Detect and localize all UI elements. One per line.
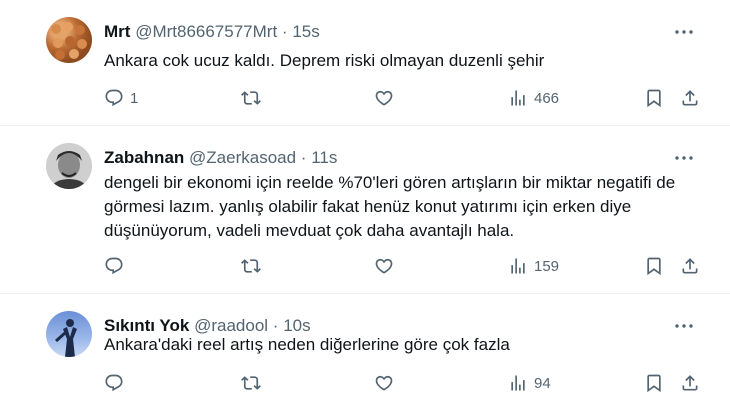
avatar[interactable] xyxy=(46,17,92,63)
reply-button[interactable] xyxy=(104,254,130,278)
views-icon xyxy=(511,90,525,106)
like-icon xyxy=(375,90,393,106)
like-icon xyxy=(375,258,393,274)
bookmark-icon xyxy=(647,374,661,393)
reply-button[interactable]: 1 xyxy=(104,86,138,110)
like-button[interactable] xyxy=(374,371,394,395)
avatar[interactable] xyxy=(46,143,92,189)
view-count: 94 xyxy=(534,374,551,392)
retweet-icon xyxy=(241,259,261,273)
tweet-text: dengeli bir ekonomi için reelde %70'leri… xyxy=(104,173,676,240)
action-bar: 159 xyxy=(104,254,704,278)
retweet-button[interactable] xyxy=(241,371,261,395)
tweet-header: Mrt @Mrt86667577Mrt · 15s xyxy=(104,22,320,42)
user-handle[interactable]: @Mrt86667577Mrt xyxy=(135,22,277,41)
tweet-header: Zabahnan @Zaerkasoad · 11s xyxy=(104,148,337,168)
timestamp[interactable]: 15s xyxy=(292,22,319,41)
separator-dot: · xyxy=(300,148,307,167)
display-name[interactable]: Mrt xyxy=(104,22,130,41)
action-bar: 1 466 xyxy=(104,86,704,110)
view-count: 159 xyxy=(534,257,560,275)
retweet-icon xyxy=(241,376,261,390)
share-button[interactable] xyxy=(680,86,700,110)
reply-button[interactable] xyxy=(104,371,130,395)
display-name[interactable]: Zabahnan xyxy=(104,148,184,167)
separator-dot: · xyxy=(281,22,288,41)
share-button[interactable] xyxy=(680,371,700,395)
action-bar: 94 xyxy=(104,371,704,395)
views-icon xyxy=(511,375,525,391)
more-icon[interactable] xyxy=(672,20,696,44)
tweet-text: Ankara cok ucuz kaldı. Deprem riski olma… xyxy=(104,51,545,70)
more-icon[interactable] xyxy=(672,146,696,170)
like-button[interactable] xyxy=(374,254,394,278)
share-icon xyxy=(682,90,698,106)
retweet-icon xyxy=(241,91,261,105)
bookmark-button[interactable] xyxy=(644,86,664,110)
retweet-button[interactable] xyxy=(241,254,261,278)
share-icon xyxy=(682,375,698,391)
reply-icon xyxy=(105,257,123,275)
views-icon xyxy=(511,258,525,274)
views-button[interactable]: 466 xyxy=(508,86,559,110)
views-button[interactable]: 94 xyxy=(508,371,551,395)
share-icon xyxy=(682,258,698,274)
reply-icon xyxy=(105,374,123,392)
user-handle[interactable]: @Zaerkasoad xyxy=(189,148,296,167)
bookmark-button[interactable] xyxy=(644,254,664,278)
bookmark-icon xyxy=(647,257,661,276)
tweet[interactable]: Sıkıntı Yok @raadool · 10s Ankara'daki r… xyxy=(0,294,730,420)
reply-icon xyxy=(105,89,123,107)
tweet-text: Ankara'daki reel artış neden diğerlerine… xyxy=(104,335,510,354)
view-count: 466 xyxy=(534,89,560,107)
avatar[interactable] xyxy=(46,311,92,357)
reply-count: 1 xyxy=(130,89,139,107)
like-icon xyxy=(375,375,393,391)
like-button[interactable] xyxy=(374,86,394,110)
views-button[interactable]: 159 xyxy=(508,254,559,278)
retweet-button[interactable] xyxy=(241,86,261,110)
share-button[interactable] xyxy=(680,254,700,278)
bookmark-button[interactable] xyxy=(644,371,664,395)
bookmark-icon xyxy=(647,89,661,108)
timestamp[interactable]: 11s xyxy=(311,148,337,167)
tweet[interactable]: Zabahnan @Zaerkasoad · 11s dengeli bir e… xyxy=(0,126,730,294)
tweet[interactable]: Mrt @Mrt86667577Mrt · 15s Ankara cok ucu… xyxy=(0,0,730,126)
